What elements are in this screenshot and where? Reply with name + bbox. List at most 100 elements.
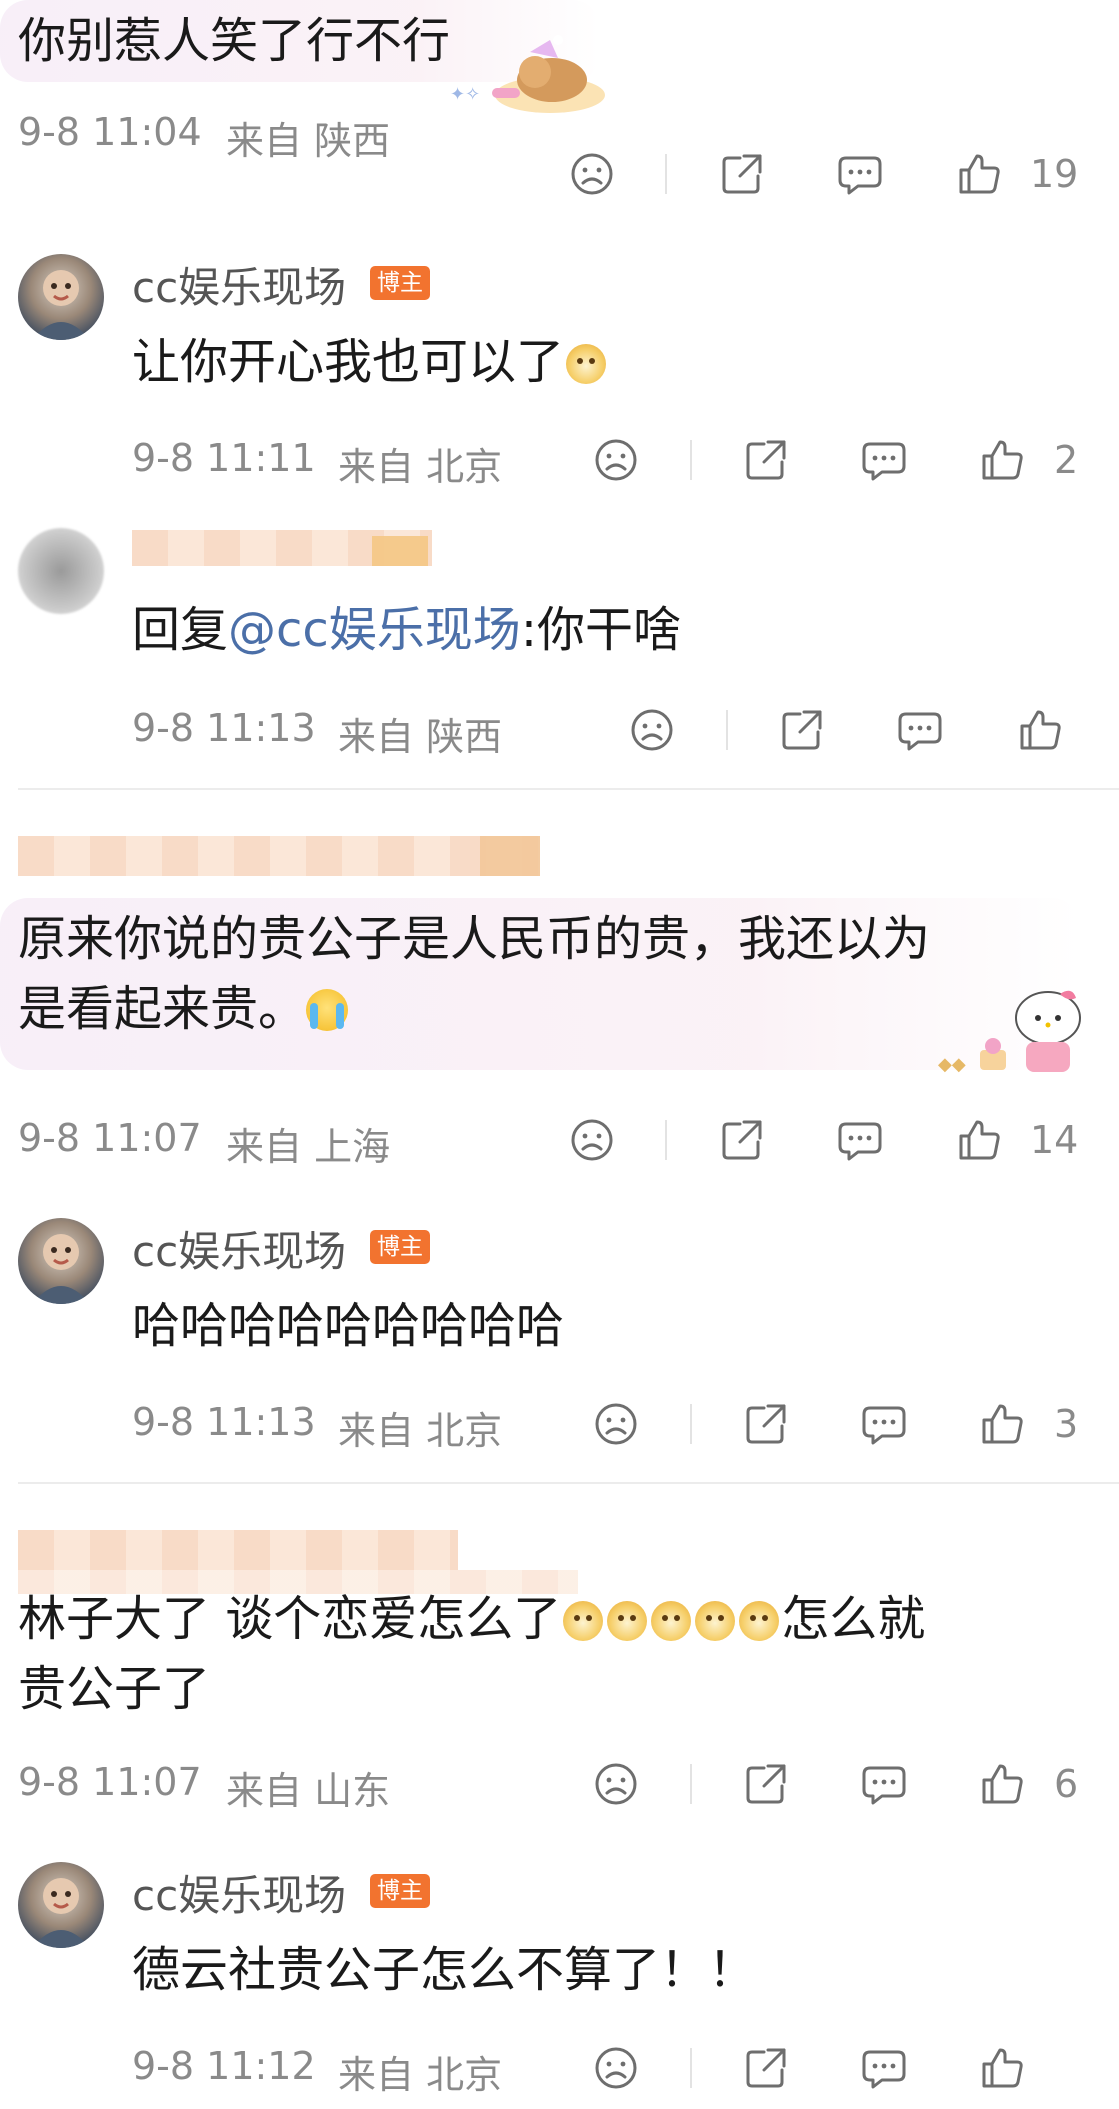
dislike-button[interactable]: [628, 706, 676, 754]
comment-icon: [836, 150, 884, 198]
reply-button[interactable]: [896, 706, 944, 754]
comment-date: 9-8 11:04: [18, 110, 202, 154]
share-icon: [778, 706, 826, 754]
dislike-button[interactable]: [592, 1400, 640, 1448]
blurred-username: [18, 1530, 458, 1570]
thumbs-up-icon: [978, 1760, 1026, 1808]
dislike-button[interactable]: [568, 1116, 616, 1164]
avatar[interactable]: [18, 254, 104, 340]
reply-location: 来自 北京: [338, 1409, 503, 1453]
share-button[interactable]: [718, 150, 766, 198]
doge-emoji-icon: [739, 1601, 780, 1641]
sad-face-icon: [628, 706, 676, 754]
action-separator: [690, 1764, 692, 1804]
action-separator: [726, 710, 728, 750]
like-button[interactable]: [1016, 706, 1064, 754]
author-badge: 博主: [370, 1230, 430, 1264]
reply-date: 9-8 11:12: [132, 2044, 316, 2088]
blurred-badge: [372, 536, 428, 566]
reply-button[interactable]: [860, 1400, 908, 1448]
thumbs-up-icon: [955, 1116, 1003, 1164]
thumbs-up-icon: [978, 2044, 1026, 2092]
reply-button[interactable]: [860, 1760, 908, 1808]
share-button[interactable]: [742, 1760, 790, 1808]
avatar-image: [32, 270, 90, 340]
reply-text: 德云社贵公子怎么不算了！！: [132, 1942, 757, 1998]
reply-location: 来自 北京: [338, 2053, 503, 2097]
doge-emoji-icon: [607, 1601, 648, 1641]
like-count: 14: [1030, 1118, 1079, 1162]
like-count: 2: [1054, 438, 1079, 482]
comment-location: 来自 山东: [226, 1769, 391, 1813]
reply-username[interactable]: cc娱乐现场: [132, 254, 346, 315]
comment-text: 原来你说的贵公子是人民币的贵，我还以为: [18, 911, 931, 967]
comment-text: 是看起来贵。: [18, 976, 349, 1042]
reply-date: 9-8 11:13: [132, 1400, 316, 1444]
share-icon: [742, 2044, 790, 2092]
dislike-button[interactable]: [592, 2044, 640, 2092]
dislike-button[interactable]: [568, 150, 616, 198]
thumbs-up-icon: [978, 1400, 1026, 1448]
reply-location: 来自 陕西: [338, 715, 503, 759]
share-button[interactable]: [778, 706, 826, 754]
thumbs-up-icon: [978, 436, 1026, 484]
reply-button[interactable]: [836, 150, 884, 198]
like-button[interactable]: [978, 1400, 1026, 1448]
sad-face-icon: [592, 2044, 640, 2092]
share-button[interactable]: [742, 2044, 790, 2092]
reply-text: 哈哈哈哈哈哈哈哈哈: [132, 1298, 565, 1354]
sad-face-icon: [568, 1116, 616, 1164]
thread-divider: [18, 788, 1119, 790]
share-icon: [742, 1760, 790, 1808]
dislike-button[interactable]: [592, 1760, 640, 1808]
mention-link[interactable]: @cc娱乐现场: [228, 602, 521, 658]
like-count: 6: [1054, 1762, 1079, 1806]
author-badge: 博主: [370, 1874, 430, 1908]
doge-emoji-icon: [695, 1601, 736, 1641]
sad-face-icon: [592, 1400, 640, 1448]
comment-text: 贵公子了: [18, 1661, 211, 1717]
comment-date: 9-8 11:07: [18, 1760, 202, 1804]
svg-text:✦✧: ✦✧: [450, 84, 480, 105]
share-icon: [718, 150, 766, 198]
comment-icon: [860, 436, 908, 484]
like-count: 19: [1030, 152, 1079, 196]
blurred-badge: [480, 836, 540, 876]
reply-username[interactable]: cc娱乐现场: [132, 1862, 346, 1923]
reply-text: 回复@cc娱乐现场:你干啥: [132, 602, 681, 658]
dislike-button[interactable]: [592, 436, 640, 484]
action-separator: [690, 2048, 692, 2088]
sticker-decoration: ◆◆: [938, 990, 1081, 1075]
like-button[interactable]: [978, 1760, 1026, 1808]
reply-button[interactable]: [860, 2044, 908, 2092]
avatar[interactable]: [18, 528, 104, 614]
author-badge: 博主: [370, 266, 430, 300]
like-button[interactable]: [955, 1116, 1003, 1164]
share-icon: [742, 436, 790, 484]
reply-button[interactable]: [836, 1116, 884, 1164]
share-icon: [718, 1116, 766, 1164]
reply-date: 9-8 11:13: [132, 706, 316, 750]
comment-icon: [860, 2044, 908, 2092]
like-button[interactable]: [955, 150, 1003, 198]
action-separator: [665, 1120, 667, 1160]
avatar[interactable]: [18, 1218, 104, 1304]
like-button[interactable]: [978, 2044, 1026, 2092]
like-button[interactable]: [978, 436, 1026, 484]
doge-emoji-icon: [566, 344, 607, 384]
like-count: 3: [1054, 1402, 1079, 1446]
comment-icon: [836, 1116, 884, 1164]
reply-username[interactable]: cc娱乐现场: [132, 1218, 346, 1279]
avatar-image: [32, 1878, 90, 1948]
avatar[interactable]: [18, 1862, 104, 1948]
doge-emoji-icon: [651, 1601, 692, 1641]
share-button[interactable]: [742, 1400, 790, 1448]
share-button[interactable]: [718, 1116, 766, 1164]
comment-icon: [860, 1400, 908, 1448]
reply-button[interactable]: [860, 436, 908, 484]
share-icon: [742, 1400, 790, 1448]
thumbs-up-icon: [955, 150, 1003, 198]
comment-location: 来自 上海: [226, 1125, 391, 1169]
sad-face-icon: [568, 150, 616, 198]
share-button[interactable]: [742, 436, 790, 484]
